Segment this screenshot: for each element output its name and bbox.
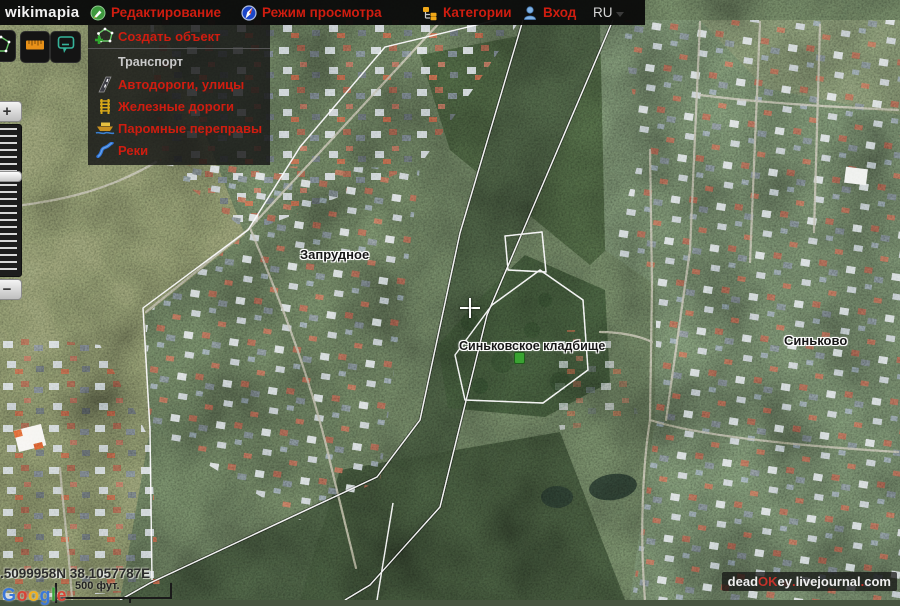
create-object-icon: [92, 27, 118, 45]
zoom-slider-track[interactable]: [0, 124, 22, 277]
divider: [88, 48, 270, 49]
measure-tool-button[interactable]: [20, 31, 50, 63]
section-header-transport: Транспорт: [88, 51, 270, 73]
watermark: deadOKey.livejournal.com: [722, 572, 897, 591]
menu-item-label: Паромные переправы: [118, 121, 262, 136]
language-label: RU: [593, 5, 613, 20]
editing-dropdown-panel: Создать объект Транспорт Автодороги, ули…: [88, 25, 270, 165]
menu-item-login[interactable]: Вход: [522, 0, 576, 25]
map-label-cemetery: Синьковское кладбище: [459, 339, 605, 353]
menu-item-railways[interactable]: Железные дороги: [88, 95, 270, 117]
menu-item-label: Реки: [118, 143, 148, 158]
zoom-in-button[interactable]: +: [0, 101, 22, 122]
menu-item-ferries[interactable]: Паромные переправы: [88, 117, 270, 139]
map-view-tool-button[interactable]: [50, 31, 81, 63]
menu-item-label: Вход: [543, 5, 576, 20]
coordinates-readout: .5099958N 38.1057787E: [0, 566, 150, 581]
map-marker-icon: [56, 34, 76, 61]
google-attribution-logo: Google: [2, 585, 67, 606]
language-dropdown[interactable]: RU: [593, 0, 624, 25]
scale-label: 500 фут.: [75, 580, 120, 592]
zoom-slider-ticks: [0, 128, 17, 273]
polygon-icon: [0, 34, 12, 59]
menu-item-label: Создать объект: [118, 29, 220, 44]
polygon-tool-button[interactable]: [0, 30, 16, 62]
scale-bar: 500 фут.: [55, 583, 172, 599]
menu-item-view-mode[interactable]: Режим просмотра: [241, 0, 382, 25]
wikimapia-logo: wikimapia: [5, 0, 79, 25]
poi-marker[interactable]: [514, 352, 525, 364]
ruler-icon: [25, 38, 45, 56]
compass-icon: [241, 5, 257, 21]
categories-icon: [422, 5, 438, 21]
top-menu-bar: wikimapia Редактирование Режим просмотра…: [0, 0, 645, 25]
user-icon: [522, 5, 538, 21]
menu-item-label: Режим просмотра: [262, 5, 382, 20]
menu-item-rivers[interactable]: Реки: [88, 139, 270, 161]
menu-item-create-object[interactable]: Создать объект: [88, 25, 270, 47]
zoom-out-button[interactable]: −: [0, 279, 22, 300]
map-label-sinkovo: Синьково: [784, 333, 847, 348]
menu-item-editing[interactable]: Редактирование: [90, 0, 221, 25]
railway-icon: [92, 98, 118, 115]
menu-item-label: Редактирование: [111, 5, 221, 20]
chevron-down-icon: [616, 12, 624, 17]
road-icon: [92, 76, 118, 93]
map-label-zaprudnoe: Запрудное: [300, 247, 369, 262]
edit-icon: [90, 5, 106, 21]
zoom-control: + −: [0, 101, 22, 300]
ferry-icon: [92, 121, 118, 136]
zoom-slider-handle[interactable]: [0, 171, 22, 182]
menu-item-label: Автодороги, улицы: [118, 77, 244, 92]
menu-item-categories[interactable]: Категории: [422, 0, 512, 25]
river-icon: [92, 142, 118, 158]
menu-item-label: Категории: [443, 5, 512, 20]
menu-item-label: Железные дороги: [118, 99, 234, 114]
menu-item-roads[interactable]: Автодороги, улицы: [88, 73, 270, 95]
